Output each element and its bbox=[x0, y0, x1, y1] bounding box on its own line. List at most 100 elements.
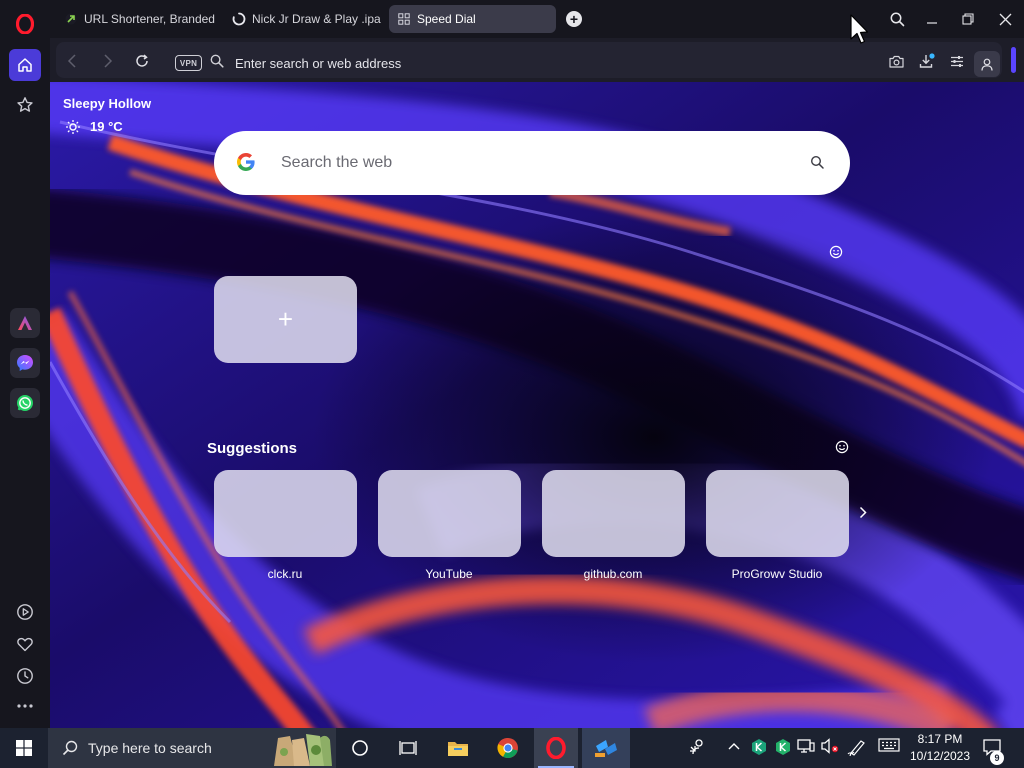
new-tab-button[interactable]: + bbox=[566, 11, 582, 27]
downloads-button[interactable] bbox=[917, 51, 937, 71]
people-icon[interactable] bbox=[688, 738, 706, 756]
messenger-app-button[interactable] bbox=[10, 348, 40, 378]
weather-temperature: 19 °C bbox=[90, 119, 123, 134]
home-button[interactable] bbox=[9, 49, 41, 81]
history-button[interactable] bbox=[9, 660, 41, 692]
taskbar-search-box[interactable]: Type here to search bbox=[48, 728, 336, 768]
aria-icon bbox=[18, 316, 32, 330]
suggestions-next-button[interactable] bbox=[856, 502, 870, 522]
whatsapp-app-button[interactable] bbox=[10, 388, 40, 418]
tab-speed-dial[interactable]: Speed Dial bbox=[389, 5, 556, 33]
suggestion-tile-youtube[interactable] bbox=[378, 470, 521, 557]
green-arrow-favicon-icon bbox=[64, 12, 78, 26]
minimize-button[interactable] bbox=[918, 6, 946, 32]
kaspersky-tray-icon[interactable] bbox=[751, 738, 767, 756]
search-icon bbox=[890, 12, 904, 26]
speed-dial-page: Sleepy Hollow 19 °C + Suggestions bbox=[50, 82, 1024, 728]
clock-icon bbox=[17, 668, 33, 684]
whatsapp-icon bbox=[17, 395, 33, 411]
network-icon[interactable] bbox=[797, 738, 815, 754]
start-button[interactable] bbox=[0, 728, 48, 768]
smiley-icon[interactable] bbox=[829, 245, 843, 259]
suggestion-tile-github[interactable] bbox=[542, 470, 685, 557]
remote-desktop-button[interactable] bbox=[582, 728, 630, 768]
download-icon bbox=[919, 53, 935, 68]
user-icon bbox=[981, 58, 993, 71]
keyboard-icon[interactable] bbox=[878, 738, 900, 752]
reload-button[interactable] bbox=[132, 51, 152, 71]
address-input[interactable] bbox=[235, 52, 835, 74]
smiley-icon[interactable] bbox=[835, 440, 849, 454]
suggestion-tile-progrowv[interactable] bbox=[706, 470, 849, 557]
chrome-icon bbox=[497, 737, 518, 758]
tab-nick-jr[interactable]: Nick Jr Draw & Play .ipa f bbox=[224, 5, 384, 33]
snapshot-button[interactable] bbox=[886, 51, 906, 71]
grid-favicon-icon bbox=[397, 12, 411, 26]
tab-title: URL Shortener, Branded S bbox=[84, 12, 216, 26]
back-button[interactable] bbox=[62, 51, 82, 71]
cortana-circle-icon bbox=[352, 740, 368, 756]
file-explorer-button[interactable] bbox=[436, 728, 480, 768]
suggestion-label[interactable]: github.com bbox=[533, 567, 693, 581]
search-highlight-image-icon bbox=[270, 730, 334, 768]
tab-title: Speed Dial bbox=[417, 12, 476, 26]
profile-button[interactable] bbox=[974, 51, 1000, 77]
cortana-button[interactable] bbox=[338, 728, 382, 768]
vpn-badge[interactable]: VPN bbox=[175, 55, 202, 71]
screen: URL Shortener, Branded S Nick Jr Draw & … bbox=[0, 0, 1024, 768]
opera-logo-icon bbox=[546, 737, 566, 759]
forward-arrow-icon bbox=[104, 54, 113, 68]
restore-icon bbox=[962, 13, 974, 25]
opera-taskbar-button[interactable] bbox=[534, 728, 578, 768]
sidebar-indicator bbox=[1011, 47, 1016, 73]
home-icon bbox=[18, 58, 32, 72]
pinboards-button[interactable] bbox=[9, 628, 41, 660]
pen-workspace-icon[interactable] bbox=[847, 738, 867, 756]
search-icon bbox=[62, 740, 78, 761]
address-bar: VPN bbox=[56, 42, 1002, 78]
suggestion-label[interactable]: YouTube bbox=[369, 567, 529, 581]
volume-muted-icon[interactable] bbox=[821, 738, 839, 754]
windows-logo-icon bbox=[16, 740, 32, 756]
player-button[interactable] bbox=[9, 596, 41, 628]
folder-icon bbox=[448, 742, 468, 756]
mouse-cursor-icon bbox=[850, 14, 868, 44]
chevron-up-icon[interactable] bbox=[727, 740, 741, 754]
web-search-box[interactable] bbox=[214, 131, 850, 195]
chrome-button[interactable] bbox=[486, 728, 530, 768]
easy-setup-button[interactable] bbox=[947, 51, 967, 71]
opera-menu-button[interactable] bbox=[9, 8, 41, 40]
taskbar-search-placeholder: Type here to search bbox=[88, 740, 212, 756]
windows-taskbar: Type here to search 8:17 PM 10/12/2023 9 bbox=[0, 728, 1024, 768]
restore-button[interactable] bbox=[954, 6, 982, 32]
reload-icon bbox=[136, 54, 148, 67]
suggestion-tile-clck[interactable] bbox=[214, 470, 357, 557]
sidebar-more-button[interactable] bbox=[9, 690, 41, 722]
tab-title: Nick Jr Draw & Play .ipa f bbox=[252, 12, 384, 26]
sun-icon bbox=[65, 119, 81, 140]
add-speed-dial-tile[interactable]: + bbox=[214, 276, 357, 363]
bookmarks-button[interactable] bbox=[9, 89, 41, 121]
loading-spinner-icon bbox=[232, 12, 246, 26]
messenger-icon bbox=[17, 355, 33, 371]
web-search-input[interactable] bbox=[281, 151, 781, 175]
clock-time: 8:17 PM bbox=[917, 732, 963, 746]
forward-button[interactable] bbox=[98, 51, 118, 71]
more-dots-icon bbox=[17, 704, 33, 708]
suggestion-label[interactable]: ProGrowv Studio bbox=[697, 567, 857, 581]
close-icon bbox=[999, 13, 1011, 25]
search-icon[interactable] bbox=[810, 155, 825, 175]
aria-app-button[interactable] bbox=[10, 308, 40, 338]
task-view-button[interactable] bbox=[386, 728, 430, 768]
notification-count-badge: 9 bbox=[990, 751, 1004, 765]
tab-url-shortener[interactable]: URL Shortener, Branded S bbox=[56, 5, 216, 33]
kaspersky-tray-icon-2[interactable] bbox=[775, 738, 791, 756]
suggestion-label[interactable]: clck.ru bbox=[205, 567, 365, 581]
tab-search-button[interactable] bbox=[883, 6, 911, 32]
close-window-button[interactable] bbox=[991, 6, 1019, 32]
taskbar-clock[interactable]: 8:17 PM 10/12/2023 bbox=[906, 731, 974, 765]
star-icon bbox=[17, 97, 33, 112]
weather-location: Sleepy Hollow bbox=[63, 96, 152, 111]
settings-sliders-icon bbox=[951, 55, 963, 67]
sidebar bbox=[0, 0, 50, 728]
